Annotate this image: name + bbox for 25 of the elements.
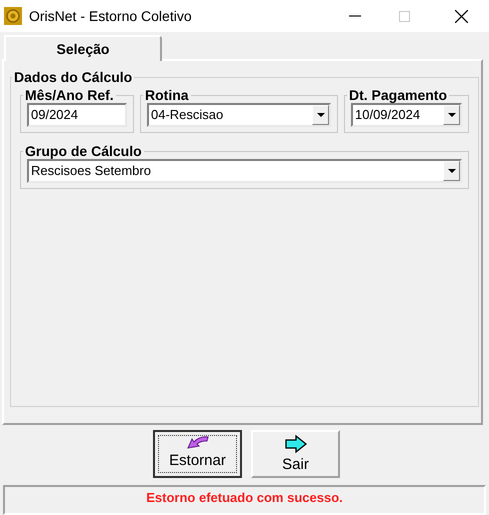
status-message: Estorno efetuado com sucesso. <box>146 489 343 507</box>
button[interactable]: Estornar <box>153 430 242 478</box>
dropdown-arrow-icon <box>448 113 456 117</box>
close-icon[interactable] <box>455 10 468 22</box>
field-label: Dt. Pagamento <box>348 87 448 103</box>
dropdown[interactable]: Rescisoes Setembro <box>27 159 462 183</box>
tab[interactable]: Seleção <box>4 35 162 61</box>
input-field[interactable]: 09/2024 <box>27 103 127 127</box>
dropdown-arrow-icon <box>448 169 456 173</box>
field-label: Mês/Ano Ref. <box>24 87 115 103</box>
right-arrow-icon <box>284 435 306 453</box>
window-title: OrisNet - Estorno Coletivo <box>29 6 192 26</box>
dropdown-arrow-icon <box>316 113 324 117</box>
button[interactable]: Sair <box>251 430 340 478</box>
group-title: Dados do Cálculo <box>13 68 134 87</box>
curved-arrow-icon <box>186 435 208 449</box>
dropdown-button[interactable] <box>443 161 460 181</box>
field-label: Grupo de Cálculo <box>24 143 143 159</box>
dropdown[interactable]: 04-Rescisao <box>147 103 331 127</box>
dropdown[interactable]: 10/09/2024 <box>351 103 462 127</box>
dropdown-button[interactable] <box>443 105 460 125</box>
maximize-icon <box>399 10 410 22</box>
field-label: Rotina <box>144 87 190 103</box>
dropdown-button[interactable] <box>312 105 329 125</box>
app-logo-icon <box>4 7 22 25</box>
